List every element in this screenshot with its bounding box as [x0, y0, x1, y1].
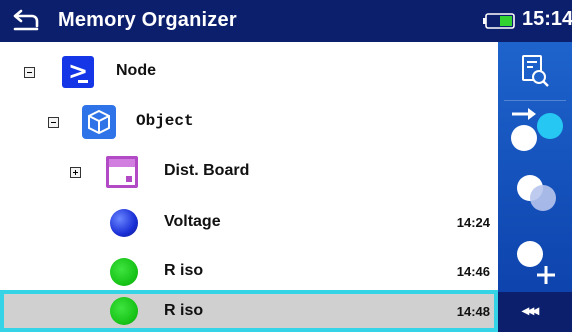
- start-test-button[interactable]: [498, 100, 572, 158]
- more-options-icon: ◂◂◂: [522, 302, 539, 318]
- tree-row-label: R iso: [164, 302, 204, 319]
- tree-row-r-iso-selected[interactable]: R iso 14:48: [0, 290, 498, 332]
- tree-row-label: Object: [136, 112, 194, 130]
- blue-ball-icon: [110, 209, 138, 237]
- test-time: 14:48: [456, 304, 490, 319]
- side-action-panel: ◂◂◂: [498, 42, 572, 332]
- green-ball-icon: [110, 258, 138, 286]
- node-icon: >: [62, 56, 94, 88]
- tree-row-dist-board[interactable]: Dist. Board: [0, 148, 498, 198]
- tree-row-label: Dist. Board: [164, 162, 250, 179]
- view-results-button[interactable]: [498, 42, 572, 100]
- more-options-button[interactable]: ◂◂◂: [498, 292, 572, 332]
- tree-row-voltage[interactable]: Voltage 14:24: [0, 199, 498, 249]
- expand-toggle[interactable]: [70, 167, 81, 178]
- object-cube-icon: [82, 105, 116, 139]
- view-results-icon: [522, 55, 549, 87]
- back-arrow-icon[interactable]: [12, 7, 40, 33]
- green-ball-icon: [110, 297, 138, 325]
- page-title: Memory Organizer: [58, 9, 237, 31]
- clone-test-button[interactable]: [498, 162, 572, 220]
- dist-board-icon: [106, 156, 138, 188]
- memory-tree: > Node Object Dist. Board Voltage 14:24 …: [0, 42, 498, 332]
- start-test-icon: [511, 108, 563, 151]
- clock-time: 15:14: [522, 8, 572, 30]
- tree-row-object[interactable]: Object: [0, 98, 498, 148]
- collapse-toggle[interactable]: [48, 117, 59, 128]
- tree-row-node[interactable]: > Node: [0, 48, 498, 98]
- tree-row-label: R iso: [164, 262, 204, 279]
- battery-icon: [483, 13, 515, 29]
- add-test-button[interactable]: [498, 228, 572, 286]
- test-time: 14:46: [456, 264, 490, 279]
- add-test-icon: [517, 241, 555, 284]
- test-time: 14:24: [456, 215, 490, 230]
- tree-row-label: Voltage: [164, 213, 221, 230]
- tree-row-label: Node: [116, 62, 156, 79]
- collapse-toggle[interactable]: [24, 67, 35, 78]
- header-bar: Memory Organizer 15:14: [0, 0, 572, 42]
- clone-test-icon: [517, 175, 556, 211]
